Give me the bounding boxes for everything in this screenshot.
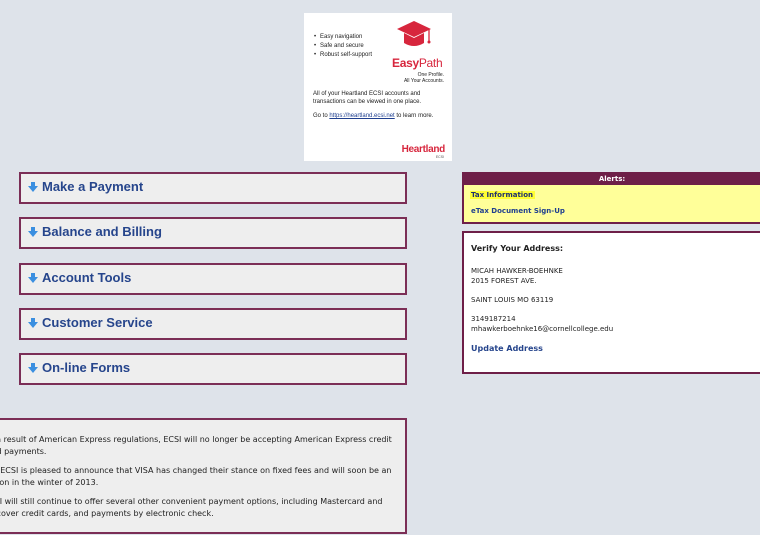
accordion-customer-service[interactable]: Customer Service <box>19 308 407 340</box>
down-arrow-icon <box>28 273 38 283</box>
alerts-panel: Alerts: Tax Information eTax Document Si… <box>462 172 760 224</box>
tax-information-link[interactable]: Tax Information <box>470 191 535 199</box>
accordion-on-line-forms[interactable]: On-line Forms <box>19 353 407 385</box>
address-email: mhawkerboehnke16@cornellcollege.edu <box>471 325 614 333</box>
payment-notice-box: As a result of American Express regulati… <box>0 418 407 534</box>
down-arrow-icon <box>28 227 38 237</box>
promo-feature: Easy navigation <box>314 34 386 42</box>
address-title: Verify Your Address: <box>471 244 564 253</box>
accordion-make-a-payment[interactable]: Make a Payment <box>19 172 407 204</box>
accordion-account-tools[interactable]: Account Tools <box>19 263 407 295</box>
promo-tagline: One Profile. All Your Accounts. <box>403 72 444 85</box>
notice-paragraph: ECSI will still continue to offer severa… <box>0 497 383 518</box>
promo-feature-list: Easy navigation Safe and secure Robust s… <box>314 34 386 60</box>
accordion-label: On-line Forms <box>42 359 131 375</box>
promo-goto-text: Go to https://heartland.ecsi.net to lear… <box>313 113 434 119</box>
notice-paragraph: But ECSI is pleased to announce that VIS… <box>0 466 392 487</box>
address-name: MICAH HAWKER-BOEHNKE <box>471 267 563 275</box>
easypath-logo: EasyPath <box>392 56 443 70</box>
accordion-label: Customer Service <box>42 314 153 330</box>
promo-description: All of your Heartland ECSI accounts and … <box>313 91 422 105</box>
accordion-label: Account Tools <box>42 269 132 285</box>
address-city: SAINT LOUIS MO 63119 <box>471 296 554 304</box>
notice-paragraph: As a result of American Express regulati… <box>0 435 392 456</box>
accordion-label: Make a Payment <box>42 178 144 194</box>
address-phone: 3149187214 <box>471 315 516 323</box>
promo-feature: Robust self-support <box>314 52 386 60</box>
graduation-cap-icon <box>397 21 431 46</box>
down-arrow-icon <box>28 318 38 328</box>
alerts-header: Alerts: <box>464 174 760 185</box>
verify-address-panel: Verify Your Address: MICAH HAWKER-BOEHNK… <box>462 231 760 374</box>
down-arrow-icon <box>28 363 38 373</box>
easypath-promo-card: Easy navigation Safe and secure Robust s… <box>304 13 452 161</box>
update-address-link[interactable]: Update Address <box>471 344 543 353</box>
heartland-logo-sub: ECSI <box>435 155 444 159</box>
etax-signup-link[interactable]: eTax Document Sign-Up <box>471 207 565 215</box>
address-street: 2015 FOREST AVE. <box>471 277 537 285</box>
promo-feature: Safe and secure <box>314 43 386 51</box>
down-arrow-icon <box>28 182 38 192</box>
accordion-balance-and-billing[interactable]: Balance and Billing <box>19 217 407 249</box>
accordion-label: Balance and Billing <box>42 223 162 239</box>
heartland-link[interactable]: https://heartland.ecsi.net <box>329 113 394 119</box>
